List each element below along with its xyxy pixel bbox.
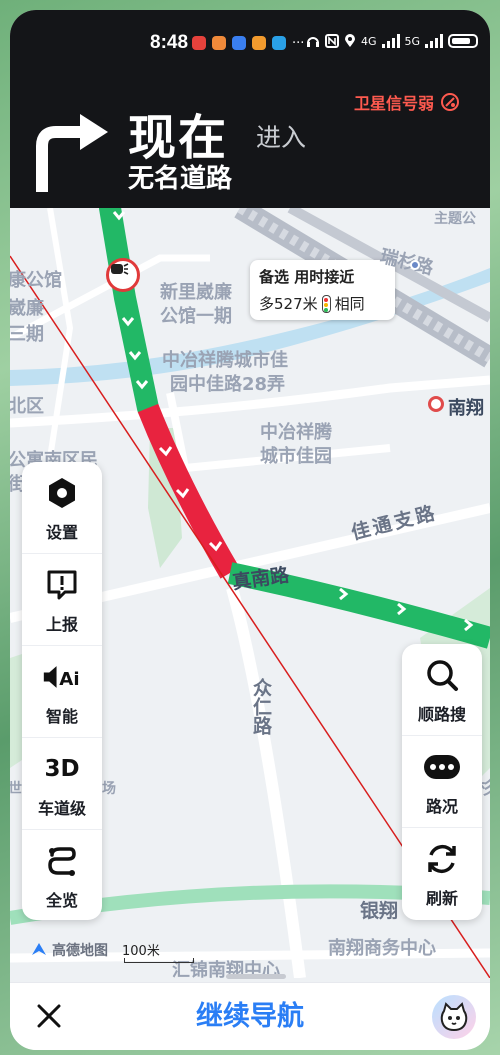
- ai-voice-button[interactable]: Ai 智能: [22, 646, 102, 738]
- road-label-zhongren: 众仁路: [250, 678, 272, 735]
- map-scale-bar: [124, 958, 194, 963]
- instruction-action: 进入: [256, 123, 307, 152]
- map-brand: 高德地图: [30, 940, 108, 960]
- amap-logo-icon: [32, 943, 46, 955]
- app-notification-icon: [272, 36, 286, 50]
- zhongren-road: [226, 586, 306, 978]
- app-notification-icon: [192, 36, 206, 50]
- poi-marker: [410, 260, 420, 270]
- traffic-button[interactable]: 路况: [402, 736, 482, 828]
- svg-text:Ai: Ai: [59, 669, 79, 690]
- alt-route-via: 相同: [334, 295, 365, 313]
- settings-icon: [42, 473, 82, 513]
- traffic-light-icon: [321, 294, 331, 313]
- network-5g-label: 5G: [404, 34, 421, 48]
- app-notification-icon: [232, 36, 246, 50]
- report-icon: [42, 565, 82, 605]
- battery-icon: [448, 34, 479, 48]
- nfc-icon: [325, 34, 339, 48]
- report-label: 上报: [45, 614, 78, 634]
- 3d-lane-icon: 3D: [42, 749, 82, 789]
- signal-icon: [425, 34, 444, 48]
- map-label: 三期: [10, 324, 44, 345]
- settings-button[interactable]: 设置: [22, 462, 102, 554]
- assistant-avatar-icon[interactable]: [432, 995, 476, 1039]
- satellite-icon: [441, 93, 460, 111]
- status-indicators: 4G 5G: [306, 34, 479, 48]
- overview-icon: [42, 841, 82, 881]
- refresh-icon: [422, 839, 462, 879]
- lane-level-button[interactable]: 3D 车道级: [22, 738, 102, 830]
- map-scale-label: 100米: [122, 944, 160, 959]
- right-turn-arrow-icon: [36, 114, 108, 192]
- lane-level-label: 车道级: [37, 798, 86, 818]
- speed-camera-marker[interactable]: [106, 258, 140, 292]
- overview-button[interactable]: 全览: [22, 830, 102, 922]
- ai-voice-icon: Ai: [42, 657, 82, 697]
- network-4g-label: 4G: [361, 34, 377, 48]
- camera-icon: [111, 263, 129, 275]
- map-label: 世: [10, 781, 22, 797]
- map-label: 城市佳园: [260, 446, 332, 467]
- status-time: 8:48: [150, 32, 189, 53]
- alt-route-info: 多527米 相同: [259, 293, 386, 314]
- continue-navigation-button[interactable]: 继续导航: [170, 997, 330, 1037]
- alt-route-title: 备选 用时接近: [259, 268, 355, 286]
- map-label: 公馆一期: [160, 306, 232, 327]
- next-road-name: 无名道路: [128, 164, 233, 194]
- map-label: 场: [102, 781, 116, 797]
- left-control-panel: 设置 上报 Ai 智能 3D 车道级 全览: [22, 462, 102, 920]
- bottom-sheet-handle[interactable]: [226, 974, 286, 979]
- search-along-route-button[interactable]: 顺路搜: [402, 644, 482, 736]
- headphones-icon: [307, 37, 319, 47]
- settings-label: 设置: [45, 522, 78, 542]
- more-notifications-icon: ···: [292, 36, 305, 51]
- map-label: 崴廉: [10, 298, 44, 319]
- map-label: 新里崴廉: [160, 282, 232, 303]
- map-label: 中冶祥腾: [260, 422, 332, 443]
- traffic-icon: [422, 747, 462, 787]
- map-label: 中冶祥腾城市佳: [162, 350, 288, 371]
- 3d-lane-icon-text: 3D: [44, 755, 80, 782]
- map-label: 园中佳路28弄: [170, 374, 286, 395]
- metro-station-icon[interactable]: [428, 396, 444, 412]
- status-app-icons: ···: [192, 36, 304, 51]
- status-bar: 8:48 ··· 4G 5G: [10, 32, 490, 60]
- map-label: 康公馆: [10, 270, 62, 291]
- gps-warning-label: 卫星信号弱: [354, 94, 435, 113]
- gps-weak-warning[interactable]: 卫星信号弱: [354, 90, 460, 114]
- map-label: 南翔商务中心: [328, 938, 436, 959]
- metro-station-label: 南翔: [448, 398, 484, 419]
- alt-route-distance: 多527米: [259, 295, 318, 313]
- app-notification-icon: [252, 36, 266, 50]
- close-icon[interactable]: [34, 1001, 64, 1031]
- search-along-route-label: 顺路搜: [417, 704, 466, 724]
- overview-label: 全览: [45, 891, 78, 910]
- map-label: 主题公: [434, 211, 476, 227]
- right-control-panel: 顺路搜 路况 刷新: [402, 644, 482, 920]
- app-notification-icon: [212, 36, 226, 50]
- report-button[interactable]: 上报: [22, 554, 102, 646]
- ai-voice-label: 智能: [45, 706, 78, 726]
- signal-icon: [381, 34, 400, 48]
- search-icon: [422, 655, 462, 695]
- road-label-yinxiang: 银翔: [360, 900, 399, 922]
- map-brand-label: 高德地图: [52, 943, 108, 959]
- refresh-button[interactable]: 刷新: [402, 828, 482, 920]
- refresh-label: 刷新: [425, 889, 458, 908]
- navigation-header: 8:48 ··· 4G 5G 现在 进入 无名道路 卫星信号弱: [10, 10, 490, 208]
- alternative-route-bubble[interactable]: 备选 用时接近 多527米 相同: [250, 260, 395, 320]
- location-icon: [345, 34, 355, 47]
- traffic-label: 路况: [425, 796, 458, 816]
- navigation-screen: 8:48 ··· 4G 5G 现在 进入 无名道路 卫星信号弱 备选 用时接近 …: [10, 10, 490, 1050]
- bottom-bar: 继续导航: [10, 982, 490, 1050]
- map-label: 北区: [10, 396, 44, 417]
